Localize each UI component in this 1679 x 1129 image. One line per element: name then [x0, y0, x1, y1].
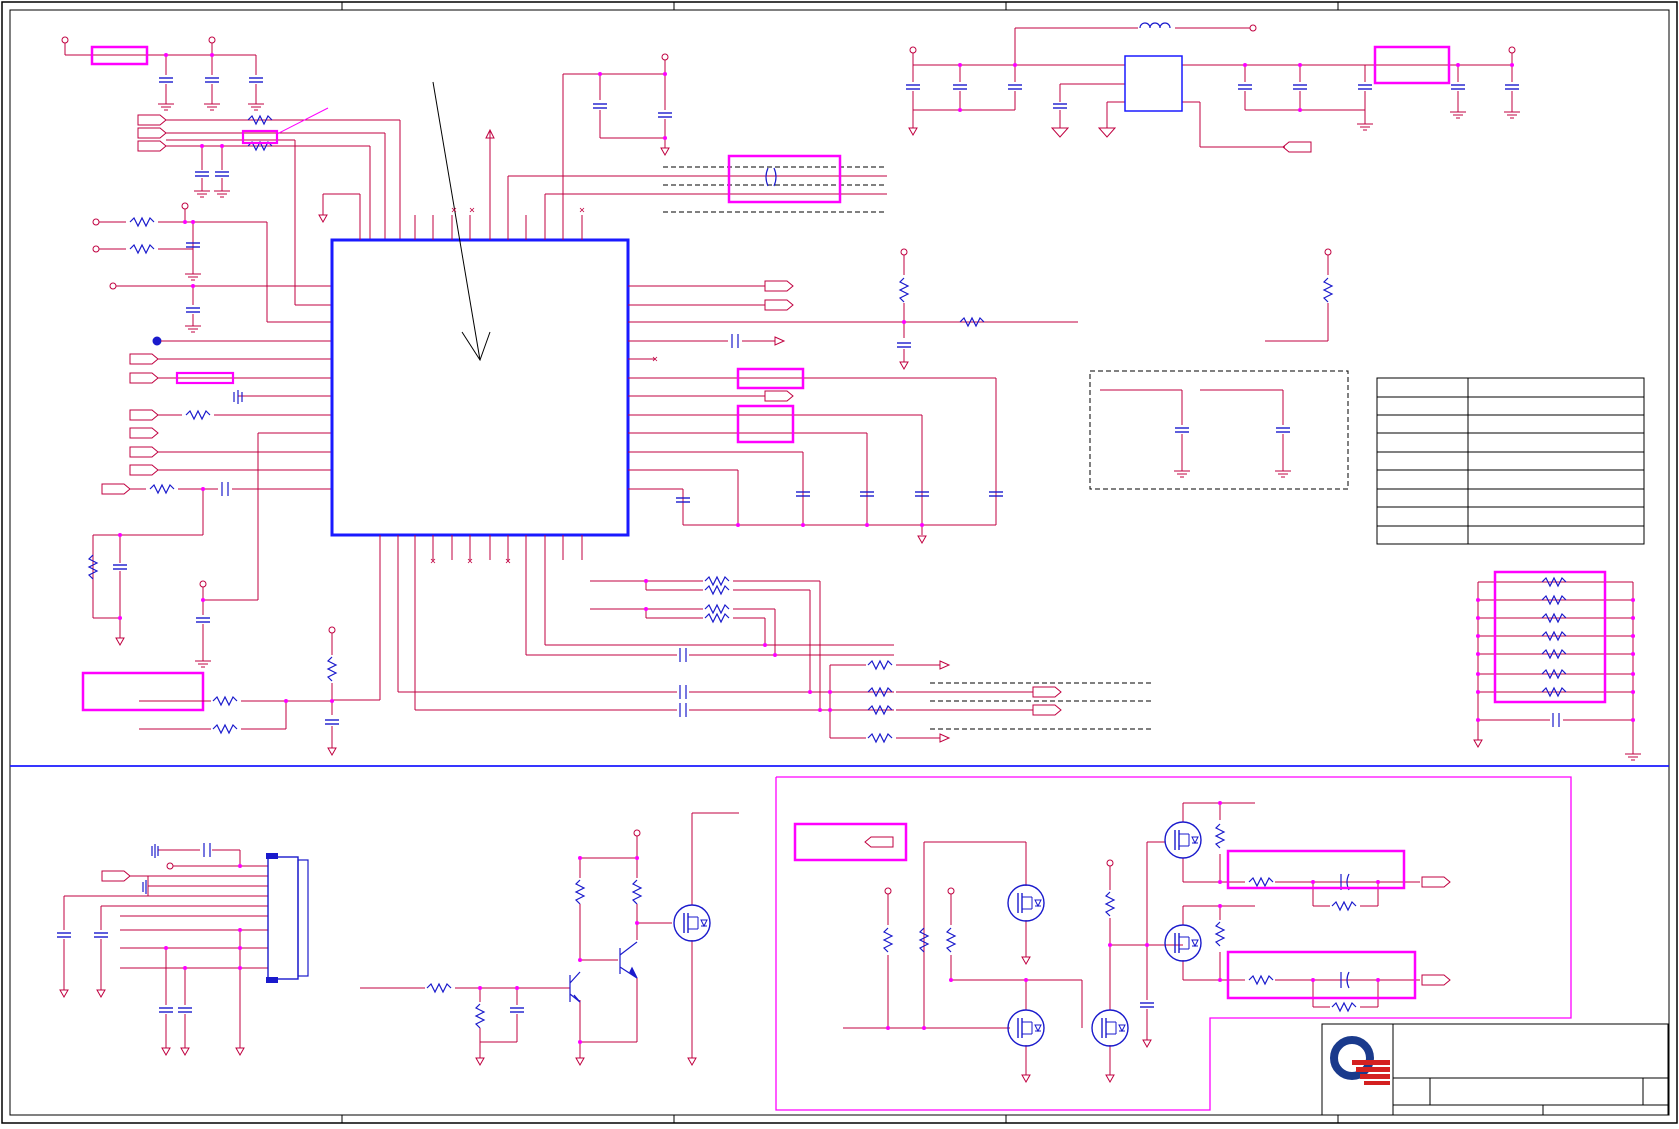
regulator-ic-body [1124, 55, 1183, 112]
schematic-drawing [1, 1, 1678, 1124]
inductor [1139, 22, 1171, 29]
main-ic-body [330, 238, 630, 537]
load-switch-mosfet [673, 904, 711, 942]
highlight-box-coupling-caps [727, 154, 842, 204]
bjt-pair [426, 879, 643, 1029]
switch-mosfet-q5 [1164, 924, 1202, 962]
switch-mosfet-q1 [1007, 884, 1045, 922]
ffc-connector-body [266, 853, 309, 983]
ic-bottom-pins [332, 535, 1062, 743]
revision-table [1376, 377, 1645, 545]
transistor-driver [360, 812, 739, 1066]
left-signal-inputs [92, 202, 332, 333]
optional-caps [1100, 389, 1292, 478]
pullup-network [896, 248, 1332, 370]
callout-leader [276, 107, 329, 135]
ic-right-pins [628, 280, 1078, 544]
highlight-box-divider-net [81, 671, 205, 712]
dashed-bus-lower [930, 682, 1154, 730]
resistor-array [1473, 581, 1642, 761]
power-switch-region-outline [775, 776, 1572, 1111]
left-port-signals [92, 336, 332, 668]
regulator-section [905, 24, 1521, 153]
optional-caps-box [1089, 370, 1349, 490]
company-logo-icon [1330, 1036, 1390, 1085]
schematic-sheet [0, 0, 1679, 1125]
switch-mosfet-q2 [1007, 1009, 1045, 1047]
divider-network [139, 626, 340, 756]
highlight-box-output-2 [1226, 950, 1417, 1000]
highlight-box-enable-port [793, 822, 908, 862]
connector-section [56, 849, 268, 1056]
highlight-box-net-b [736, 404, 795, 444]
annotation-arrow-shaft [432, 81, 481, 361]
highlight-box-resistor-array [1493, 570, 1607, 704]
nc-marks-top [451, 207, 585, 213]
switch-mosfet-q4 [1164, 821, 1202, 859]
right-decoupling-caps [675, 491, 1004, 503]
dashed-bus-lines [663, 166, 887, 213]
switch-mosfet-q3 [1091, 1009, 1129, 1047]
